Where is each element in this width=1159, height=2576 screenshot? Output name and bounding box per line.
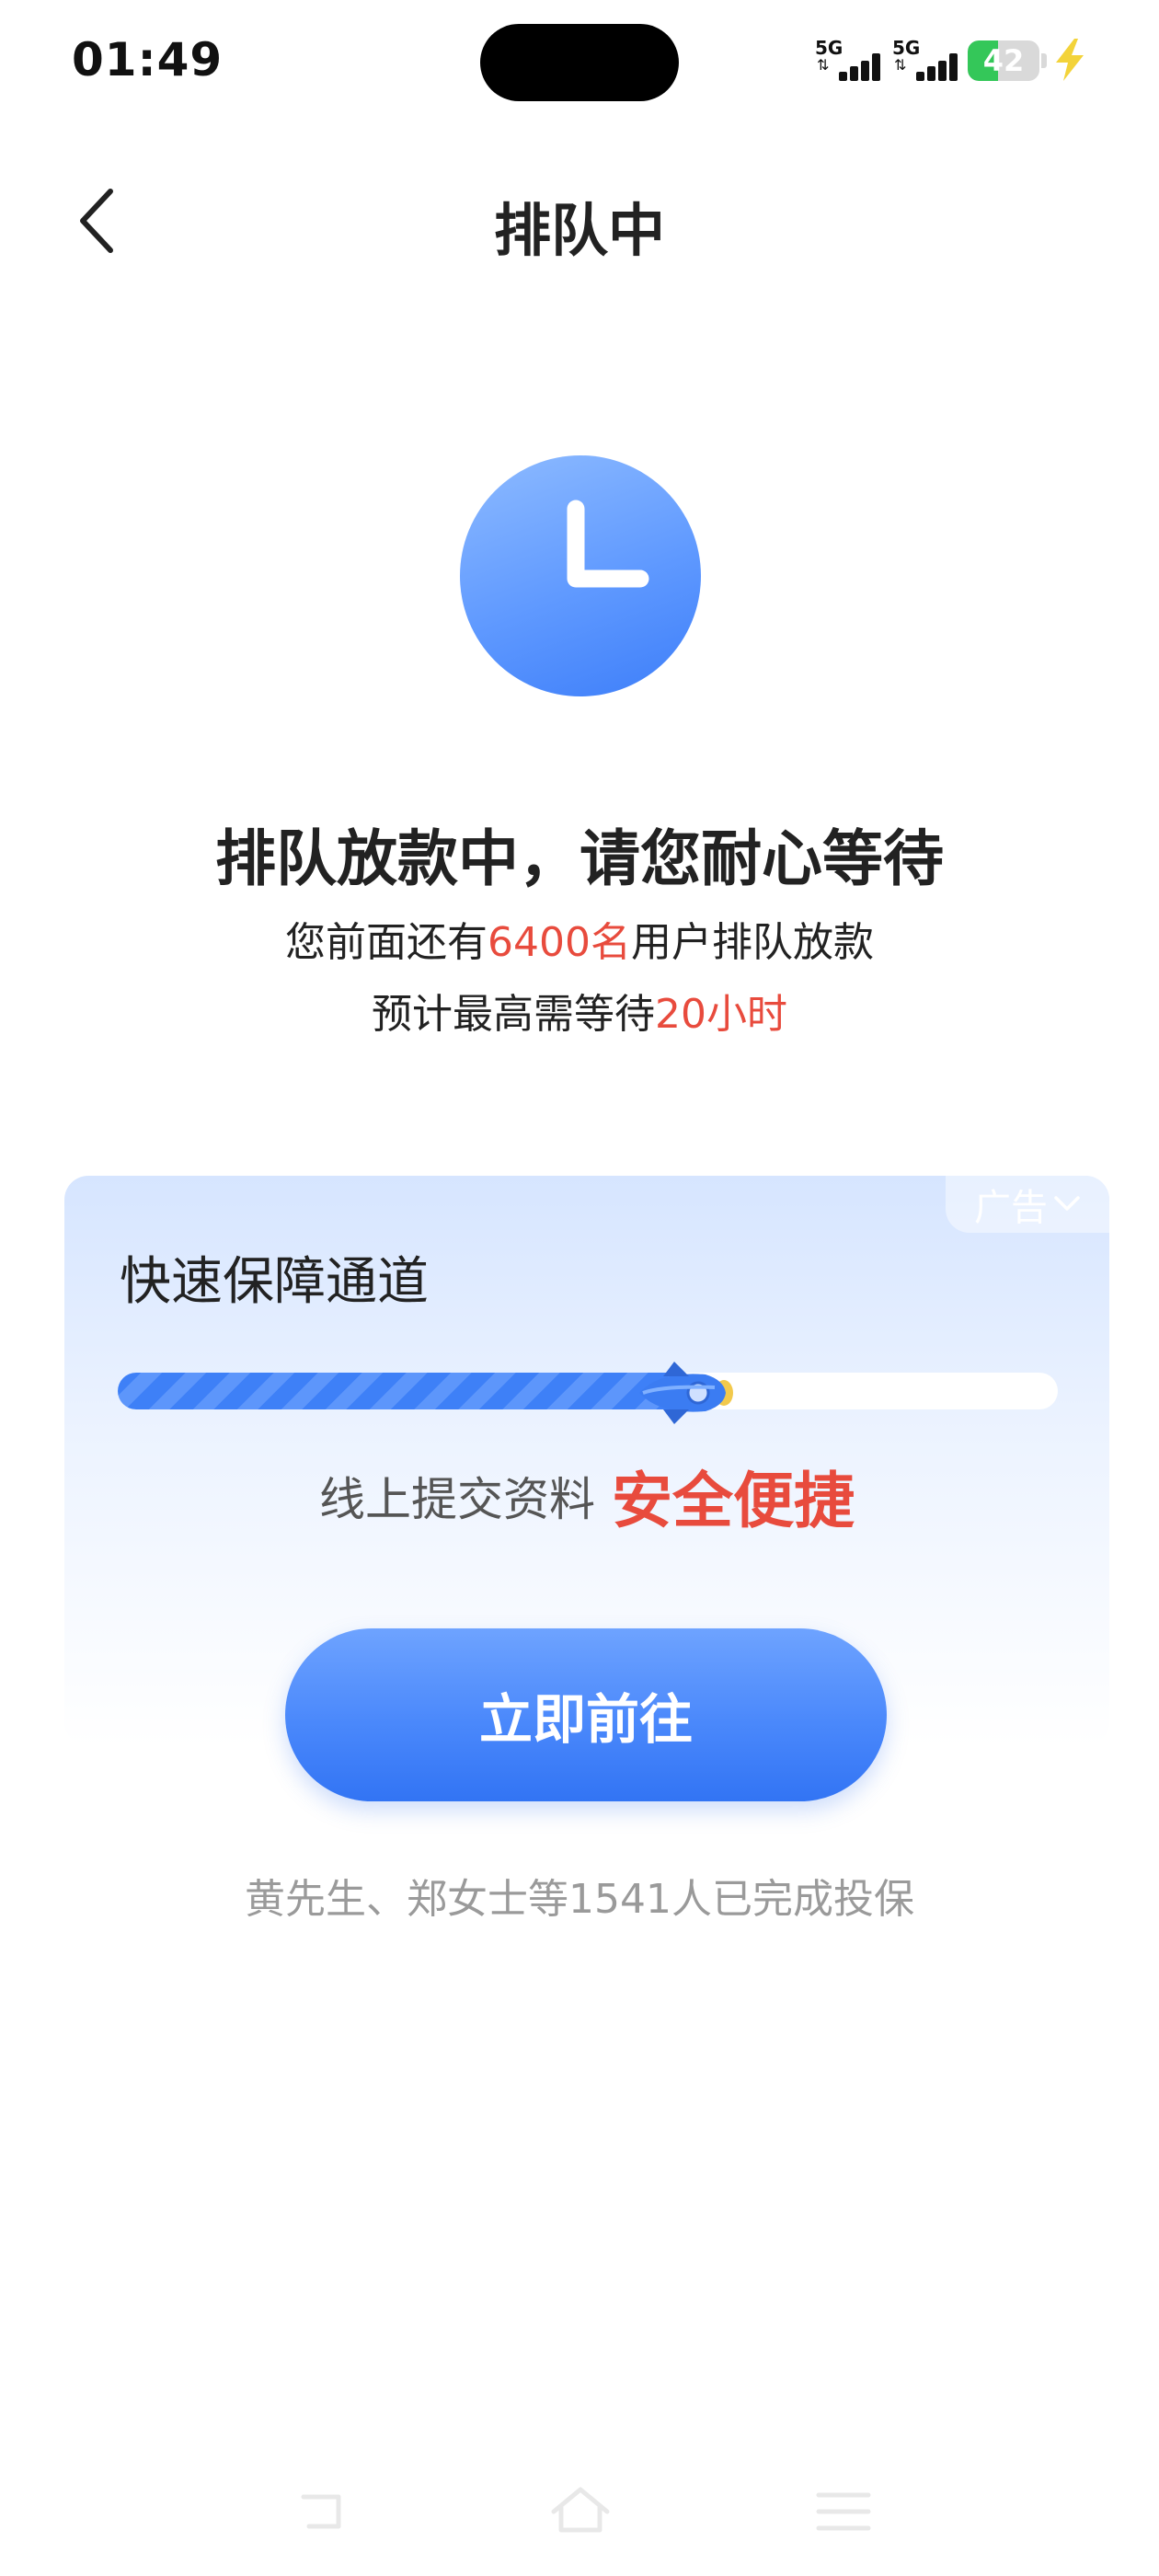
status-time: 01:49	[72, 33, 224, 86]
rocket-icon	[639, 1362, 733, 1424]
battery-level: 42	[982, 43, 1025, 78]
page-title: 排队中	[493, 197, 665, 264]
progress-track	[118, 1362, 1058, 1424]
queue-prefix: 您前面还有	[285, 919, 488, 966]
progress-fill	[118, 1373, 682, 1409]
dynamic-island	[480, 24, 679, 101]
social-proof-text: 黄先生、郑女士等1541人已完成投保	[245, 1876, 914, 1923]
wait-time: 20小时	[655, 991, 787, 1038]
ad-label-toggle[interactable]: 广告	[946, 1176, 1109, 1233]
estimated-wait-text: 预计最高需等待20小时	[0, 981, 1159, 1040]
signal-sim1-icon: 5G ⇅	[813, 37, 889, 86]
clock-icon	[460, 455, 701, 696]
charging-bolt-icon	[1056, 39, 1084, 81]
battery-icon: 42	[968, 40, 1039, 81]
promo-text: 线上提交资料 安全便捷	[64, 1452, 1109, 1540]
queue-count: 6400名	[488, 919, 631, 966]
status-bar: 01:49 5G ⇅ 5G ⇅ 42	[0, 0, 1159, 124]
queue-position-text: 您前面还有6400名用户排队放款	[0, 909, 1159, 968]
chevron-down-icon	[1054, 1196, 1080, 1211]
card-title: 快速保障通道	[120, 1252, 429, 1312]
go-now-button[interactable]: 立即前往	[285, 1628, 887, 1801]
menu-icon[interactable]	[811, 2484, 876, 2539]
ad-label: 广告	[974, 1187, 1048, 1229]
recent-apps-icon[interactable]	[291, 2484, 355, 2539]
promo-highlight: 安全便捷	[612, 1466, 855, 1536]
promo-text-plain: 线上提交资料	[319, 1473, 595, 1526]
signal-sim2-icon: 5G ⇅	[890, 37, 966, 86]
queue-status-heading: 排队放款中，请您耐心等待	[215, 823, 944, 894]
wait-prefix: 预计最高需等待	[372, 991, 655, 1038]
queue-suffix: 用户排队放款	[630, 919, 874, 966]
home-icon[interactable]	[548, 2484, 613, 2539]
